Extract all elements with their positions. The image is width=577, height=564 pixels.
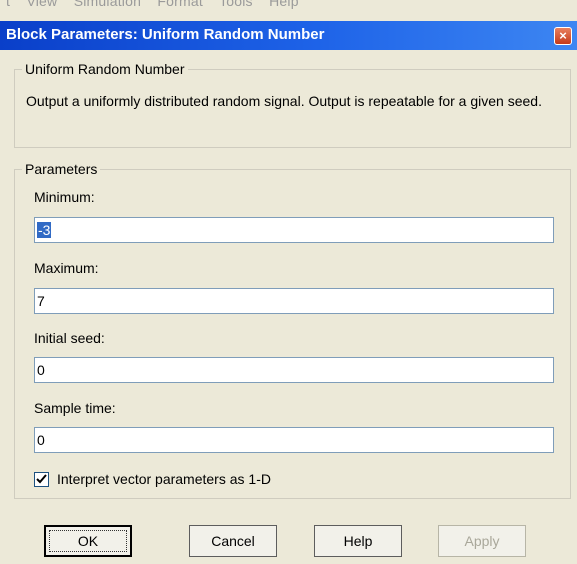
focus-rectangle xyxy=(49,530,127,552)
minimum-value: -3 xyxy=(37,222,52,238)
menu-bar: t View Simulation Format Tools Help xyxy=(0,0,577,10)
apply-button[interactable]: Apply xyxy=(438,525,526,557)
block-description: Output a uniformly distributed random si… xyxy=(26,93,542,109)
help-button[interactable]: Help xyxy=(314,525,402,557)
window-title: Block Parameters: Uniform Random Number xyxy=(6,26,325,43)
cancel-button[interactable]: Cancel xyxy=(189,525,277,557)
initial-seed-input[interactable]: 0 xyxy=(34,357,554,383)
interpret-vector-checkbox[interactable] xyxy=(34,472,49,487)
initial-seed-label: Initial seed: xyxy=(34,330,105,346)
interpret-vector-label: Interpret vector parameters as 1-D xyxy=(57,471,271,487)
title-bar: Block Parameters: Uniform Random Number … xyxy=(0,21,577,50)
block-name-legend: Uniform Random Number xyxy=(22,61,188,77)
checkmark-icon xyxy=(36,474,47,484)
sample-time-input[interactable]: 0 xyxy=(34,427,554,453)
close-icon[interactable]: × xyxy=(554,27,572,45)
sample-time-label: Sample time: xyxy=(34,400,116,416)
minimum-label: Minimum: xyxy=(34,189,95,205)
maximum-label: Maximum: xyxy=(34,260,99,276)
ok-button[interactable]: OK xyxy=(44,525,132,557)
maximum-input[interactable]: 7 xyxy=(34,288,554,314)
parameters-legend: Parameters xyxy=(22,161,101,177)
menu-bar-text: t View Simulation Format Tools Help xyxy=(6,0,299,9)
minimum-input[interactable]: -3 xyxy=(34,217,554,243)
